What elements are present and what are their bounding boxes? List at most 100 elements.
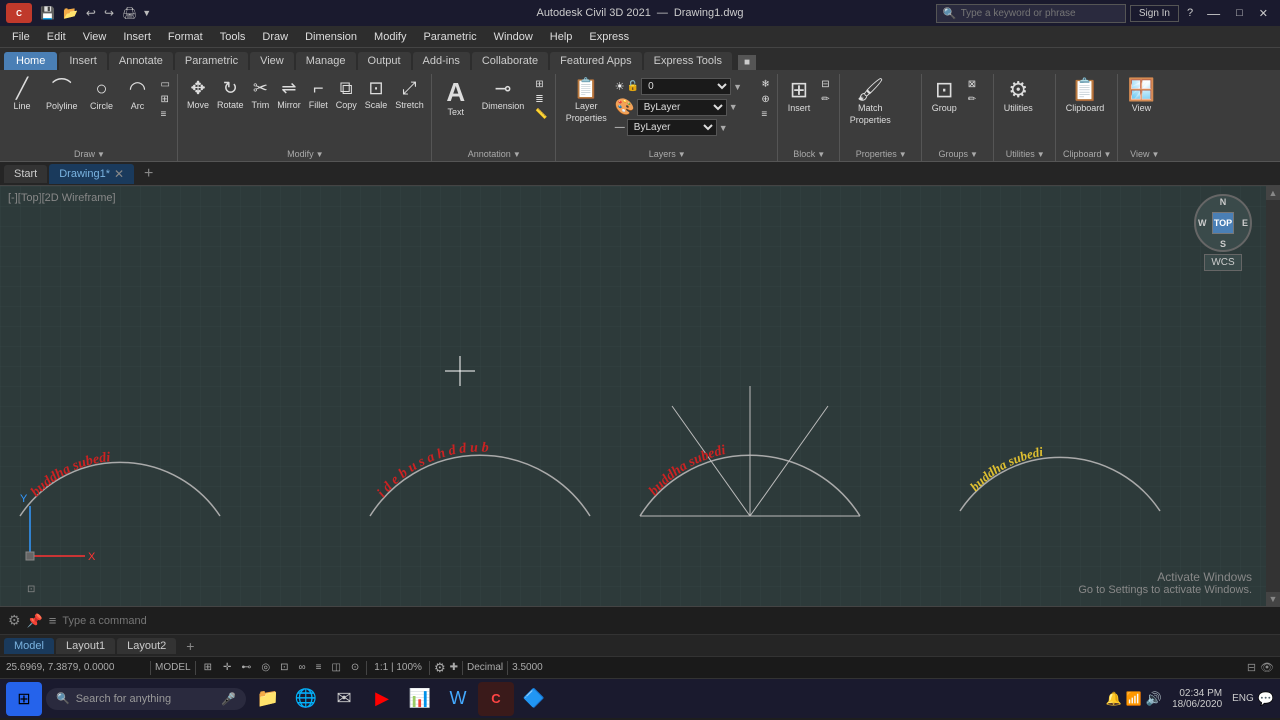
create-block-button[interactable]: ⊟ xyxy=(818,78,832,91)
scroll-up-button[interactable]: ▲ xyxy=(1266,186,1280,200)
utilities-button[interactable]: ⚙ Utilities xyxy=(1000,76,1037,116)
action-center-icon[interactable]: 💬 xyxy=(1258,691,1274,707)
tab-output[interactable]: Output xyxy=(358,52,411,70)
group-layers-label[interactable]: Layers ▼ xyxy=(562,149,773,161)
close-button[interactable]: ✕ xyxy=(1253,5,1274,22)
command-menu-icon[interactable]: ≡ xyxy=(49,613,57,628)
utilities-expand-icon[interactable]: ▼ xyxy=(1037,150,1045,159)
tab-manage[interactable]: Manage xyxy=(296,52,356,70)
polyline-button[interactable]: ⌒ Polyline xyxy=(42,76,82,114)
linetype-select[interactable]: ByLayer xyxy=(627,119,717,136)
command-pin-icon[interactable]: 📌 xyxy=(27,613,43,629)
group-view-label[interactable]: View ▼ xyxy=(1124,149,1166,161)
clock-display[interactable]: 02:34 PM 18/06/2020 xyxy=(1166,688,1228,710)
trim-button[interactable]: ✂ Trim xyxy=(249,76,273,112)
view-expand-icon[interactable]: ▼ xyxy=(1151,150,1159,159)
tab-view[interactable]: View xyxy=(250,52,294,70)
polar-toggle[interactable]: ◎ xyxy=(258,662,273,673)
menu-format[interactable]: Format xyxy=(160,29,211,45)
select-cycling[interactable]: ⊙ xyxy=(348,662,362,673)
tab-annotate[interactable]: Annotate xyxy=(109,52,173,70)
move-button[interactable]: ✥ Move xyxy=(184,76,212,112)
tab-model[interactable]: Model xyxy=(4,638,54,654)
snap-toggle[interactable]: ✛ xyxy=(220,662,234,673)
quick-access[interactable]: 💾 📂 ↩ ↪ 🖨 ▼ xyxy=(37,4,151,22)
grid-toggle[interactable]: ⊞ xyxy=(200,661,216,674)
block-expand-icon[interactable]: ▼ xyxy=(817,150,825,159)
layer-select[interactable]: 0 xyxy=(641,78,731,95)
stretch-button[interactable]: ⤢ Stretch xyxy=(392,76,427,112)
menu-help[interactable]: Help xyxy=(542,29,581,45)
draw-expand-icon[interactable]: ▼ xyxy=(97,150,105,159)
rotate-button[interactable]: ↻ Rotate xyxy=(214,76,247,112)
group-clipboard-label[interactable]: Clipboard ▼ xyxy=(1062,149,1113,161)
search-box[interactable]: 🔍 xyxy=(936,4,1126,23)
copy-button[interactable]: ⧉ Copy xyxy=(333,76,360,112)
signin-button[interactable]: Sign In xyxy=(1130,5,1179,22)
tab-insert[interactable]: Insert xyxy=(59,52,107,70)
wifi-icon[interactable]: 📶 xyxy=(1126,691,1142,707)
layer-dropdown-arrow[interactable]: ▼ xyxy=(733,82,742,92)
volume-icon[interactable]: 🔊 xyxy=(1146,691,1162,707)
modify-expand-icon[interactable]: ▼ xyxy=(316,150,324,159)
notification-icon[interactable]: 🔔 xyxy=(1106,691,1122,707)
tab-layout1[interactable]: Layout1 xyxy=(56,638,115,654)
menu-dimension[interactable]: Dimension xyxy=(297,29,365,45)
settings-icon-status[interactable]: ⚙ xyxy=(434,660,446,676)
dropdown-arrow-icon[interactable]: ▼ xyxy=(142,8,151,18)
group-groups-label[interactable]: Groups ▼ xyxy=(928,149,989,161)
color-select[interactable]: ByLayer xyxy=(637,99,727,116)
tab-home[interactable]: Home xyxy=(4,52,57,70)
menu-express[interactable]: Express xyxy=(581,29,637,45)
groups-expand-icon[interactable]: ▼ xyxy=(970,150,978,159)
taskbar-excel[interactable]: 📊 xyxy=(402,682,438,716)
clipboard-expand-icon[interactable]: ▼ xyxy=(1104,150,1112,159)
group-button[interactable]: ⊡ Group xyxy=(928,76,961,116)
keyword-search-input[interactable] xyxy=(961,8,1101,19)
search-taskbar[interactable]: 🔍 Search for anything 🎤 xyxy=(46,688,246,710)
annotation-scale[interactable]: 1:1 | 100% xyxy=(371,662,425,673)
undo-icon[interactable]: ↩ xyxy=(83,4,99,22)
units-display[interactable]: Decimal xyxy=(467,662,503,673)
lineweight-toggle[interactable]: ≡ xyxy=(313,662,325,673)
menu-insert[interactable]: Insert xyxy=(115,29,159,45)
line-button[interactable]: ╱ Line xyxy=(6,76,38,114)
osnap-toggle[interactable]: ⊡ xyxy=(277,662,291,673)
canvas-color-picker[interactable]: ■ xyxy=(738,55,756,70)
menu-modify[interactable]: Modify xyxy=(366,29,414,45)
match-properties-button[interactable]: 🖌 Match Properties xyxy=(846,76,895,128)
tab-drawing1[interactable]: Drawing1* ✕ xyxy=(49,164,134,184)
language-display[interactable]: ENG xyxy=(1232,693,1254,704)
menu-edit[interactable]: Edit xyxy=(39,29,74,45)
layer-freeze-button[interactable]: ❄ xyxy=(758,78,772,91)
command-settings-icon[interactable]: ⚙ xyxy=(8,612,21,629)
anno-visibility-icon[interactable]: 👁 xyxy=(1260,661,1274,674)
tab-parametric[interactable]: Parametric xyxy=(175,52,248,70)
help-icon[interactable]: ? xyxy=(1183,5,1197,21)
menu-tools[interactable]: Tools xyxy=(212,29,254,45)
open-icon[interactable]: 📂 xyxy=(60,4,81,22)
tab-collaborate[interactable]: Collaborate xyxy=(472,52,548,70)
ungroup-button[interactable]: ⊠ xyxy=(965,78,979,91)
group-annotation-label[interactable]: Annotation ▼ xyxy=(438,149,551,161)
taskbar-email[interactable]: ✉ xyxy=(326,682,362,716)
otrack-toggle[interactable]: ∞ xyxy=(295,662,308,673)
taskbar-app2[interactable]: 🔷 xyxy=(516,682,552,716)
linetype-dropdown-arrow[interactable]: ▼ xyxy=(719,123,728,133)
fillet-button[interactable]: ⌐ Fillet xyxy=(306,76,331,112)
canvas-scrollbar-vertical[interactable]: ▲ ▼ xyxy=(1266,186,1280,606)
text-button[interactable]: A Text xyxy=(438,76,474,120)
scale-button[interactable]: ⊡ Scale xyxy=(362,76,391,112)
minimize-button[interactable]: — xyxy=(1201,4,1226,23)
menu-draw[interactable]: Draw xyxy=(254,29,296,45)
start-button[interactable]: ⊞ xyxy=(6,682,42,716)
group-draw-label[interactable]: Draw ▼ xyxy=(6,149,173,161)
canvas-area[interactable]: [-][Top][2D Wireframe] buddha subedi xyxy=(0,186,1280,606)
mic-icon[interactable]: 🎤 xyxy=(221,692,236,706)
group-edit-button[interactable]: ✏ xyxy=(965,93,979,106)
mirror-button[interactable]: ⇌ Mirror xyxy=(274,76,304,112)
tab-start[interactable]: Start xyxy=(4,165,47,183)
maximize-button[interactable]: □ xyxy=(1230,5,1249,21)
properties-expand-icon[interactable]: ▼ xyxy=(899,150,907,159)
group-modify-label[interactable]: Modify ▼ xyxy=(184,149,427,161)
